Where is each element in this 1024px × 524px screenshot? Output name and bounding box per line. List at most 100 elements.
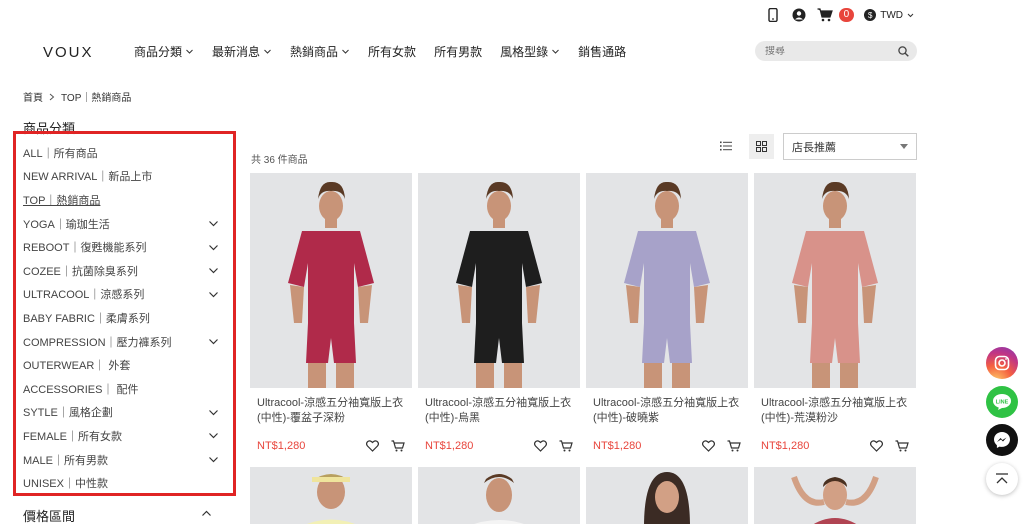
category-item[interactable]: COMPRESSION｜壓力褲系列	[23, 330, 219, 354]
category-item[interactable]: COZEE｜抗菌除臭系列	[23, 259, 219, 283]
price-range-title[interactable]: 價格區間	[23, 506, 75, 524]
product-card[interactable]: Ultracool-涼感五分袖寬版上衣(中性)-烏黑 NT$1,280	[418, 173, 580, 452]
product-price: NT$1,280	[257, 440, 306, 452]
category-label: REBOOT｜復甦機能系列	[23, 242, 147, 255]
messenger-icon[interactable]	[986, 424, 1018, 456]
search-input[interactable]	[765, 45, 885, 57]
product-image-row2-3[interactable]	[586, 467, 748, 524]
nav-item[interactable]: 風格型錄	[500, 43, 560, 60]
heart-icon[interactable]	[366, 440, 379, 452]
category-label: ACCESSORIES｜ 配件	[23, 383, 139, 396]
nav-item[interactable]: 熱銷商品	[290, 43, 350, 60]
product-image[interactable]	[586, 173, 748, 388]
heart-icon[interactable]	[702, 440, 715, 452]
product-image-row2-2[interactable]	[418, 467, 580, 524]
product-image[interactable]	[250, 173, 412, 388]
product-name[interactable]: Ultracool-涼感五分袖寬版上衣(中性)-荒漠粉沙	[754, 396, 916, 428]
category-item[interactable]: NEW ARRIVAL｜新品上市	[23, 165, 219, 189]
add-to-cart-icon[interactable]	[727, 440, 741, 452]
product-card[interactable]: Ultracool-涼感五分袖寬版上衣(中性)-覆盆子深粉 NT$1,280	[250, 173, 412, 452]
currency-icon: $	[864, 9, 877, 21]
nav-item-label: 商品分類	[134, 45, 183, 59]
chevron-down-icon[interactable]	[208, 218, 219, 229]
chevron-right-icon	[49, 93, 55, 100]
add-to-cart-icon[interactable]	[391, 440, 405, 452]
nav-item[interactable]: 所有男款	[434, 43, 482, 60]
nav-item-label: 所有女款	[368, 45, 417, 59]
add-to-cart-icon[interactable]	[559, 440, 573, 452]
category-item[interactable]: OUTERWEAR｜ 外套	[23, 353, 219, 377]
sort-selected-label: 店長推薦	[792, 141, 836, 154]
chevron-down-icon[interactable]	[208, 336, 219, 347]
nav-item[interactable]: 所有女款	[368, 43, 416, 60]
cart-count-badge: 0	[838, 8, 855, 22]
product-image[interactable]	[418, 173, 580, 388]
product-count: 共 36 件商品	[251, 155, 308, 166]
category-label: BABY FABRIC｜柔膚系列	[23, 312, 150, 325]
heart-icon[interactable]	[534, 440, 547, 452]
product-price: NT$1,280	[425, 440, 474, 452]
chevron-down-icon[interactable]	[208, 265, 219, 276]
heart-icon[interactable]	[870, 440, 883, 452]
sort-select[interactable]: 店長推薦	[783, 133, 917, 160]
utility-bar: 0 $ TWD	[765, 6, 914, 24]
category-item[interactable]: MALE｜所有男款	[23, 448, 219, 472]
list-view-icon[interactable]	[716, 138, 736, 154]
product-name[interactable]: Ultracool-涼感五分袖寬版上衣(中性)-破曉紫	[586, 396, 748, 428]
back-to-top-icon[interactable]	[986, 463, 1018, 495]
brand-logo[interactable]: VOUX	[43, 44, 94, 61]
chevron-down-icon[interactable]	[208, 289, 219, 300]
category-item[interactable]: ULTRACOOL｜涼感系列	[23, 283, 219, 307]
product-name[interactable]: Ultracool-涼感五分袖寬版上衣(中性)-覆盆子深粉	[250, 396, 412, 428]
chevron-down-icon[interactable]	[208, 454, 219, 465]
currency-selector[interactable]: $ TWD	[864, 9, 914, 21]
category-item[interactable]: ACCESSORIES｜ 配件	[23, 377, 219, 401]
chevron-down-icon	[342, 49, 349, 54]
nav-item-label: 風格型錄	[500, 45, 549, 59]
category-item[interactable]: TOP｜熱銷商品	[23, 188, 219, 212]
category-item[interactable]: REBOOT｜復甦機能系列	[23, 235, 219, 259]
nav-item-label: 最新消息	[212, 45, 261, 59]
category-item[interactable]: SYTLE｜風格企劃	[23, 401, 219, 425]
category-item[interactable]: FEMALE｜所有女款	[23, 424, 219, 448]
category-item[interactable]: ALL｜所有商品	[23, 141, 219, 165]
product-name[interactable]: Ultracool-涼感五分袖寬版上衣(中性)-烏黑	[418, 396, 580, 428]
account-icon[interactable]	[791, 7, 807, 23]
add-to-cart-icon[interactable]	[895, 440, 909, 452]
svg-text:LINE: LINE	[996, 400, 1009, 406]
grid-view-icon[interactable]	[749, 134, 774, 159]
category-item[interactable]: UNISEX｜中性款	[23, 471, 219, 495]
mobile-icon[interactable]	[765, 7, 781, 23]
category-label: OUTERWEAR｜ 外套	[23, 360, 131, 373]
chevron-down-icon	[907, 13, 914, 17]
nav-item[interactable]: 商品分類	[134, 43, 194, 60]
cart-icon[interactable]	[817, 7, 833, 23]
category-label: FEMALE｜所有女款	[23, 430, 123, 443]
category-item[interactable]: BABY FABRIC｜柔膚系列	[23, 306, 219, 330]
category-item[interactable]: YOGA｜瑜珈生活	[23, 212, 219, 236]
product-card[interactable]: Ultracool-涼感五分袖寬版上衣(中性)-破曉紫 NT$1,280	[586, 173, 748, 452]
product-price: NT$1,280	[761, 440, 810, 452]
chevron-up-icon[interactable]	[201, 508, 212, 519]
product-image-row2-1[interactable]	[250, 467, 412, 524]
product-card[interactable]: Ultracool-涼感五分袖寬版上衣(中性)-荒漠粉沙 NT$1,280	[754, 173, 916, 452]
breadcrumb-home[interactable]: 首頁	[23, 89, 43, 104]
category-label: MALE｜所有男款	[23, 454, 108, 467]
chevron-down-icon[interactable]	[208, 242, 219, 253]
instagram-icon[interactable]	[986, 347, 1018, 379]
product-image[interactable]	[754, 173, 916, 388]
chevron-down-icon[interactable]	[208, 407, 219, 418]
product-image-row2-4[interactable]	[754, 467, 916, 524]
line-icon[interactable]: LINE	[986, 386, 1018, 418]
chevron-down-icon[interactable]	[208, 430, 219, 441]
category-label: SYTLE｜風格企劃	[23, 407, 113, 420]
chevron-down-icon	[264, 49, 271, 54]
nav-item[interactable]: 銷售通路	[578, 43, 626, 60]
nav-item[interactable]: 最新消息	[212, 43, 272, 60]
chevron-down-icon	[552, 49, 559, 54]
search-bar	[755, 41, 917, 61]
nav-item-label: 銷售通路	[578, 45, 627, 59]
nav-item-label: 熱銷商品	[290, 45, 339, 59]
search-icon[interactable]	[898, 45, 909, 57]
category-label: UNISEX｜中性款	[23, 478, 108, 491]
